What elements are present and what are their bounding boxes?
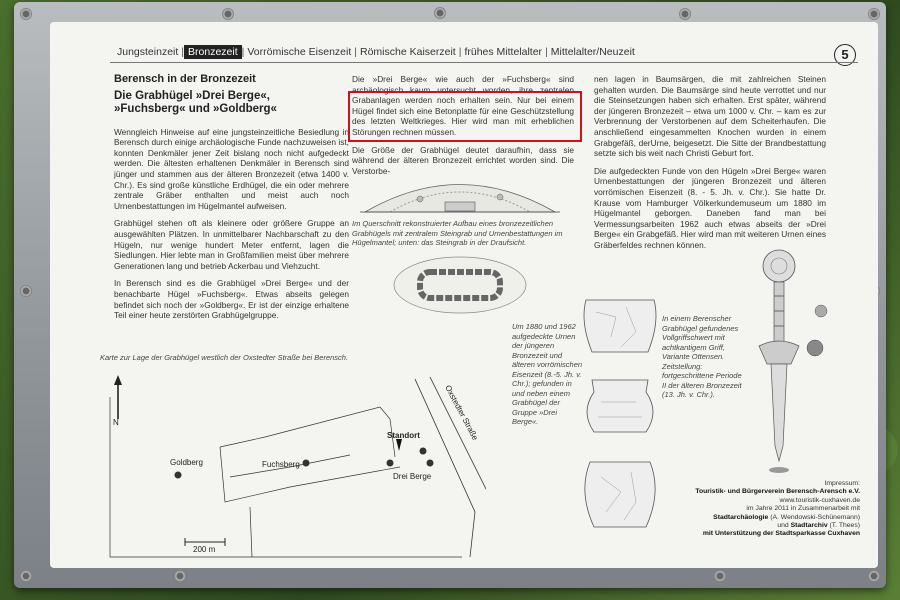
map-caption: Karte zur Lage der Grabhügel westlich de… [100, 353, 349, 362]
info-panel: Jungsteinzeit | Bronzezeit | Vorrömische Eis… [50, 22, 878, 568]
stone-grave-illustration [393, 256, 527, 314]
nav-item-active: Bronzezeit [184, 45, 242, 59]
map-scale-label: 200 m [193, 545, 216, 554]
paragraph: In Berensch sind es die Grabhügel »Drei … [114, 278, 349, 321]
screw-icon [20, 570, 32, 582]
red-highlight-box [348, 91, 582, 142]
paragraph: nen lagen in Baumsärgen, die mit zahlrei… [594, 74, 826, 159]
nav-item: Jungsteinzeit [117, 46, 179, 58]
bronze-sword-illustration [758, 249, 828, 473]
location-marker-icon [396, 439, 402, 451]
nav-item: frühes Mittelalter [464, 46, 543, 58]
screw-icon [434, 7, 446, 19]
column-3: nen lagen in Baumsärgen, die mit zahlrei… [594, 74, 826, 258]
section-heading: Berensch in der Bronzezeit [114, 73, 256, 85]
screw-icon [20, 285, 32, 297]
map-label-road: Oxstedter Straße [443, 384, 480, 442]
column-1: Berensch in der Bronzezeit Die Grabhügel… [114, 74, 349, 328]
screw-icon [20, 8, 32, 20]
urns-caption: Um 1880 und 1962 aufgedeckte Urnen der j… [512, 322, 583, 426]
paragraph: Wenngleich Hinweise auf eine jungsteinze… [114, 126, 349, 211]
screw-icon [714, 570, 726, 582]
screw-icon [679, 8, 691, 20]
period-nav: Jungsteinzeit | Bronzezeit | Vorrömische Eis… [114, 45, 638, 59]
imprint: Impressum: Touristik- und Bürgerverein B… [695, 480, 860, 538]
screw-icon [222, 8, 234, 20]
nav-item: Römische Kaiserzeit [360, 46, 456, 58]
divider [110, 62, 858, 63]
sign-frame: Jungsteinzeit | Bronzezeit | Vorrömische Eis… [14, 2, 886, 588]
screw-icon [868, 8, 880, 20]
section-subheading: Die Grabhügel »Drei Berge«, »Fuchsberg« … [114, 89, 277, 116]
north-label: N [113, 418, 119, 427]
map-label-standort: Standort [387, 431, 420, 440]
nav-item: Vorrömische Eisenzeit [247, 46, 352, 58]
nav-item: Mittelalter/Neuzeit [550, 46, 635, 58]
location-map: N Goldberg Fuchsberg Standort Drei Berge… [109, 375, 486, 558]
sword-caption: In einem Berenscher Grabhügel gefundenes… [662, 314, 742, 399]
mound-cross-section-illustration [360, 184, 560, 213]
map-label-drei-berge: Drei Berge [393, 472, 432, 481]
paragraph: Grabhügel stehen oft als kleinere oder g… [114, 218, 349, 271]
mound-caption: Im Querschnitt rekonstruierter Aufbau ei… [352, 219, 563, 247]
screw-icon [868, 570, 880, 582]
map-label-fuchsberg: Fuchsberg [262, 460, 300, 469]
map-label-goldberg: Goldberg [170, 458, 203, 467]
screw-icon [174, 570, 186, 582]
paragraph: Die aufgedeckten Funde von den Hügeln »D… [594, 165, 826, 250]
